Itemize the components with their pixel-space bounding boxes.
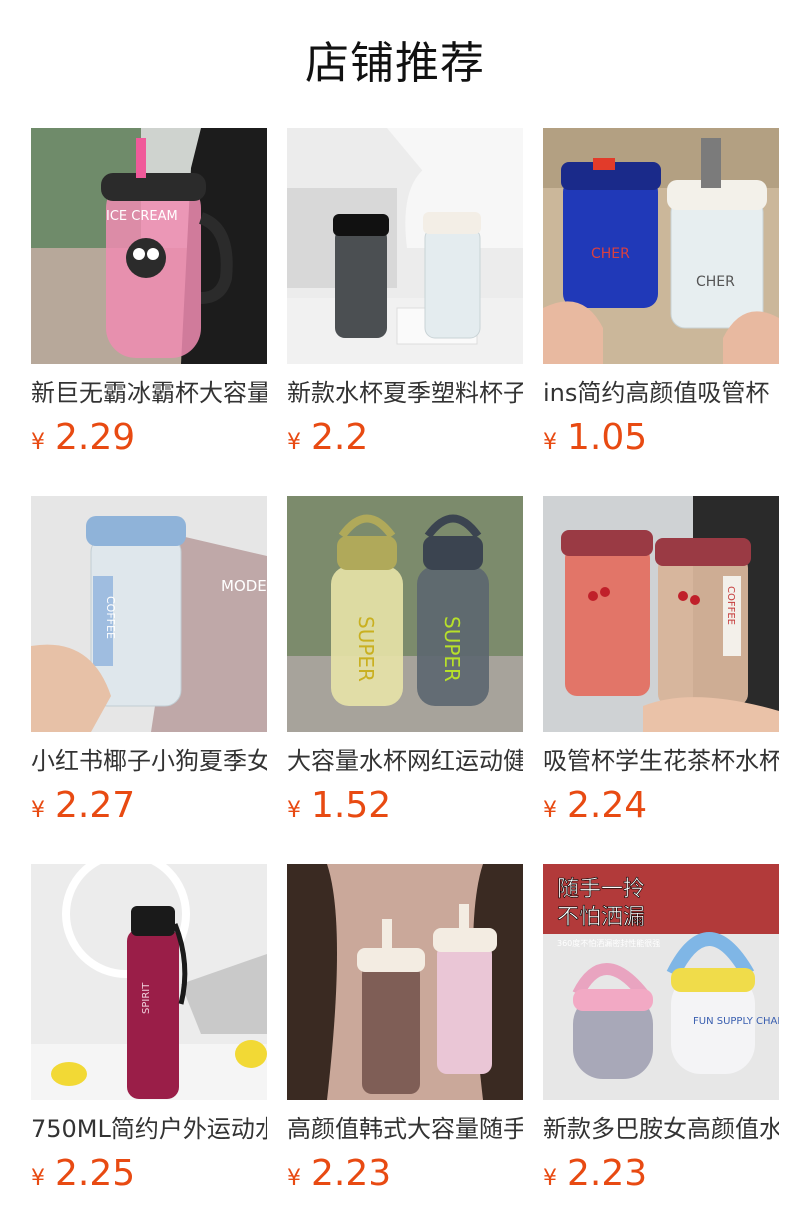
currency-symbol: ¥ xyxy=(31,1166,45,1191)
cher-logo-text: CHER xyxy=(591,246,630,262)
product-name[interactable]: 新款水杯夏季塑料杯子 xyxy=(287,376,523,412)
fun-supply-chain-kettles-image[interactable]: 随手一拎 不怕洒漏 360度不怕洒漏密封性能很强 FUN SUPPLY CHAI… xyxy=(543,864,779,1100)
product-name[interactable]: 小红书椰子小狗夏季女 xyxy=(31,744,267,780)
currency-symbol: ¥ xyxy=(543,798,557,823)
pink-ice-cream-bottle-image[interactable]: ICE CREAM xyxy=(31,128,267,364)
super-bottle-text: SUPER xyxy=(354,616,378,682)
super-sport-bottles-image[interactable]: SUPER SUPER xyxy=(287,496,523,732)
currency-symbol: ¥ xyxy=(287,798,301,823)
price-value: 2.25 xyxy=(55,1153,136,1194)
coffee-strap-text: COFFEE xyxy=(104,596,117,639)
product-name[interactable]: 新款多巴胺女高颜值水杯 xyxy=(543,1112,779,1148)
currency-symbol: ¥ xyxy=(543,1166,557,1191)
blue-coffee-cup-image[interactable]: MODE COFFEE xyxy=(31,496,267,732)
product-card[interactable]: SPIRIT 750ML简约户外运动水杯 ¥2.25 xyxy=(31,864,267,1204)
currency-symbol: ¥ xyxy=(287,430,301,455)
product-name[interactable]: 高颜值韩式大容量随手杯 xyxy=(287,1112,523,1148)
product-price: ¥2.29 xyxy=(31,416,135,460)
product-card[interactable]: 高颜值韩式大容量随手杯 ¥2.23 xyxy=(287,864,523,1204)
ice-cream-sticker-text: ICE CREAM xyxy=(106,209,178,224)
product-name[interactable]: 吸管杯学生花茶杯水杯 xyxy=(543,744,779,780)
product-card[interactable]: 随手一拎 不怕洒漏 360度不怕洒漏密封性能很强 FUN SUPPLY CHAI… xyxy=(543,864,779,1204)
price-value: 1.52 xyxy=(311,785,392,826)
red-sport-bottle-image[interactable]: SPIRIT xyxy=(31,864,267,1100)
product-card[interactable]: 新款水杯夏季塑料杯子 ¥2.2 xyxy=(287,128,523,468)
price-value: 2.29 xyxy=(55,417,136,458)
product-price: ¥2.25 xyxy=(31,1152,135,1196)
currency-symbol: ¥ xyxy=(31,798,45,823)
red-cherry-cups-image[interactable]: COFFEE xyxy=(543,496,779,732)
cher-logo-text: CHER xyxy=(696,274,735,290)
product-card[interactable]: MODE COFFEE 小红书椰子小狗夏季女 ¥2.27 xyxy=(31,496,267,836)
product-price: ¥2.23 xyxy=(543,1152,647,1196)
overlay-line2: 不怕洒漏 xyxy=(557,905,645,930)
book-title-text: MODE xyxy=(221,577,267,595)
price-value: 2.23 xyxy=(311,1153,392,1194)
product-card[interactable]: SUPER SUPER 大容量水杯网红运动健身 ¥1.52 xyxy=(287,496,523,836)
currency-symbol: ¥ xyxy=(31,430,45,455)
product-price: ¥2.24 xyxy=(543,784,647,828)
spirit-bottle-text: SPIRIT xyxy=(141,982,152,1014)
super-bottle-text: SUPER xyxy=(440,616,464,682)
price-value: 1.05 xyxy=(567,417,648,458)
overlay-line1: 随手一拎 xyxy=(557,877,645,902)
price-value: 2.2 xyxy=(311,417,369,458)
straw-tumblers-image[interactable] xyxy=(287,864,523,1100)
product-card[interactable]: ICE CREAM 新巨无霸冰霸杯大容量 ¥2.29 xyxy=(31,128,267,468)
currency-symbol: ¥ xyxy=(287,1166,301,1191)
product-price: ¥1.05 xyxy=(543,416,647,460)
blue-and-clear-straw-cups-image[interactable]: CHER CHER xyxy=(543,128,779,364)
price-value: 2.23 xyxy=(567,1153,648,1194)
product-price: ¥2.2 xyxy=(287,416,368,460)
product-price: ¥2.23 xyxy=(287,1152,391,1196)
product-price: ¥2.27 xyxy=(31,784,135,828)
product-name[interactable]: ins简约高颜值吸管杯 xyxy=(543,376,779,412)
product-card[interactable]: COFFEE 吸管杯学生花茶杯水杯 ¥2.24 xyxy=(543,496,779,836)
product-price: ¥1.52 xyxy=(287,784,391,828)
currency-symbol: ¥ xyxy=(543,430,557,455)
price-value: 2.27 xyxy=(55,785,136,826)
black-and-clear-bottles-image[interactable] xyxy=(287,128,523,364)
product-name[interactable]: 大容量水杯网红运动健身 xyxy=(287,744,523,780)
product-name[interactable]: 750ML简约户外运动水杯 xyxy=(31,1112,267,1148)
price-value: 2.24 xyxy=(567,785,648,826)
fun-supply-text: FUN SUPPLY CHAIN xyxy=(693,1016,779,1027)
coffee-strap-text: COFFEE xyxy=(725,586,736,625)
product-name[interactable]: 新巨无霸冰霸杯大容量 xyxy=(31,376,267,412)
product-card[interactable]: CHER CHER ins简约高颜值吸管杯 ¥1.05 xyxy=(543,128,779,468)
overlay-sub: 360度不怕洒漏密封性能很强 xyxy=(557,938,660,948)
page-title: 店铺推荐 xyxy=(305,38,485,89)
